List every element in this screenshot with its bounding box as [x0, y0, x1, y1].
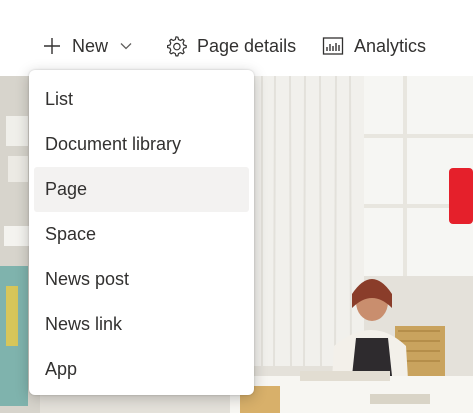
new-button-label: New [72, 35, 109, 56]
menu-item-space[interactable]: Space [34, 212, 249, 257]
new-button[interactable]: New [42, 28, 132, 64]
new-dropdown-menu: List Document library Page Space News po… [29, 70, 254, 395]
page-details-label: Page details [197, 35, 297, 56]
menu-item-list[interactable]: List [34, 77, 249, 122]
chevron-down-icon [120, 42, 132, 50]
analytics-label: Analytics [354, 35, 427, 56]
menu-item-news-post[interactable]: News post [34, 257, 249, 302]
analytics-button[interactable]: Analytics [322, 28, 426, 64]
menu-item-page[interactable]: Page [34, 167, 249, 212]
menu-item-app[interactable]: App [34, 347, 249, 392]
bar-chart-icon [322, 36, 344, 56]
gear-icon [165, 35, 187, 57]
plus-icon [42, 36, 62, 56]
command-bar: New Page details Analytics [0, 0, 473, 76]
menu-item-news-link[interactable]: News link [34, 302, 249, 347]
menu-item-document-library[interactable]: Document library [34, 122, 249, 167]
sharepoint-page: New Page details Analytics List Document… [0, 0, 473, 413]
page-details-button[interactable]: Page details [165, 28, 296, 64]
